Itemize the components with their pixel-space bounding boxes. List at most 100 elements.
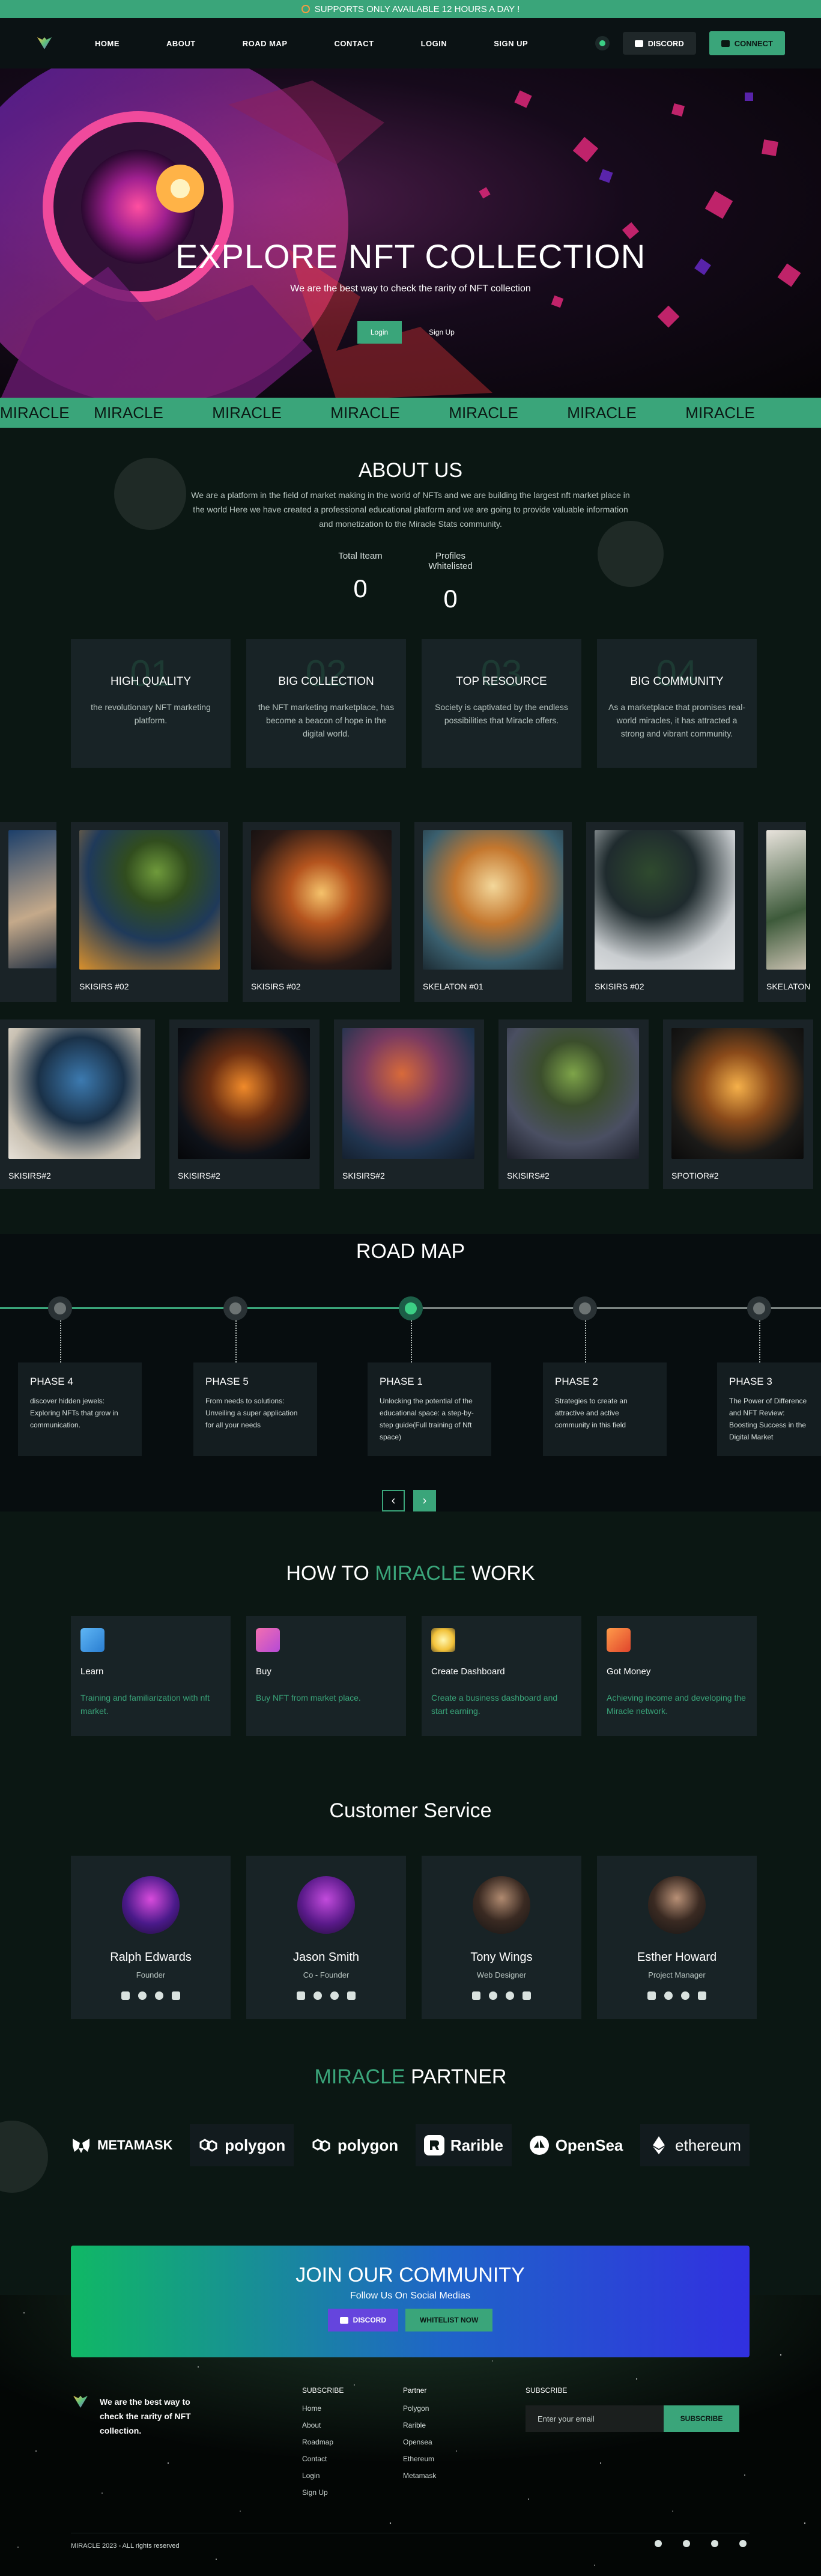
feature-number: 02 <box>305 653 347 694</box>
roadmap-card: PHASE 2 Strategies to create an attracti… <box>543 1362 667 1456</box>
email-field[interactable]: Enter your email <box>526 2405 664 2432</box>
instagram-icon[interactable] <box>683 2540 690 2547</box>
telegram-icon[interactable] <box>523 1991 531 2000</box>
footer-link-metamask[interactable]: Metamask <box>403 2471 436 2480</box>
roadmap-prev-button[interactable]: ‹ <box>382 1490 405 1511</box>
instagram-icon[interactable] <box>155 1991 163 2000</box>
nft-card[interactable]: SKISIRS #02 <box>586 822 744 1002</box>
nft-card[interactable]: SPOTIOR#2 <box>663 1019 813 1189</box>
footer-link-polygon[interactable]: Polygon <box>403 2404 436 2413</box>
telegram-icon[interactable] <box>347 1991 356 2000</box>
nav-roadmap[interactable]: ROAD MAP <box>243 39 288 48</box>
discord-label: DISCORD <box>647 38 684 48</box>
how-step-title: Learn <box>80 1666 104 1677</box>
footer-link-opensea[interactable]: Opensea <box>403 2438 436 2446</box>
telegram-icon[interactable] <box>698 1991 706 2000</box>
theme-toggle[interactable] <box>595 36 610 50</box>
roadmap-node[interactable] <box>223 1296 247 1320</box>
facebook-icon[interactable] <box>314 1991 322 2000</box>
nft-caption: SKISIRS#2 <box>178 1171 220 1180</box>
nav-signup[interactable]: SIGN UP <box>494 39 528 48</box>
instagram-icon[interactable] <box>330 1991 339 2000</box>
nft-card[interactable]: SKISIRS#2 <box>0 1019 155 1189</box>
feature-title: BIG COMMUNITY <box>630 675 724 688</box>
subscribe-button[interactable]: SUBSCRIBE <box>664 2405 739 2432</box>
nav-about[interactable]: ABOUT <box>166 39 196 48</box>
whitelist-button[interactable]: WHITELIST NOW <box>405 2309 493 2331</box>
phase-title: PHASE 2 <box>555 1376 598 1387</box>
linkedin-icon[interactable] <box>297 1991 305 2000</box>
footer-link-signup[interactable]: Sign Up <box>302 2488 344 2497</box>
feature-card: 04 BIG COMMUNITY As a marketplace that p… <box>597 639 757 768</box>
roadmap-node-active[interactable] <box>399 1296 423 1320</box>
nft-card[interactable]: SKELATON <box>758 822 810 1002</box>
site-header: HOME ABOUT ROAD MAP CONTACT LOGIN SIGN U… <box>0 18 821 68</box>
nft-caption: SKISIRS#2 <box>507 1171 550 1180</box>
facebook-icon[interactable] <box>138 1991 147 2000</box>
footer-link-roadmap[interactable]: Roadmap <box>302 2438 344 2446</box>
roadmap-node[interactable] <box>48 1296 72 1320</box>
community-subtitle: Follow Us On Social Medias <box>350 2291 471 2301</box>
footer-link-about[interactable]: About <box>302 2421 344 2429</box>
connect-button[interactable]: CONNECT <box>709 31 785 55</box>
partner-name: Rarible <box>450 2136 503 2154</box>
partner-name: METAMASK <box>97 2137 173 2152</box>
miracle-logo[interactable] <box>72 2395 89 2409</box>
linkedin-icon[interactable] <box>121 1991 130 2000</box>
partner-rarible[interactable]: Rarible <box>415 2124 512 2166</box>
nft-card[interactable]: SKELATON #01 <box>414 822 572 1002</box>
community-discord-button[interactable]: DISCORD <box>327 2309 398 2331</box>
footer-link-rarible[interactable]: Rarible <box>403 2421 436 2429</box>
nav-login[interactable]: LOGIN <box>421 39 447 48</box>
telegram-icon[interactable] <box>172 1991 180 2000</box>
stat-label: Total Iteam <box>338 551 383 561</box>
nft-card[interactable]: SKISIRS #02 <box>243 822 400 1002</box>
hero-subtitle: We are the best way to check the rarity … <box>290 284 531 294</box>
footer-link-contact[interactable]: Contact <box>302 2455 344 2463</box>
partner-polygon[interactable]: polygon <box>190 2124 294 2166</box>
feature-text: the NFT marketing marketplace, has becom… <box>258 702 395 738</box>
nft-card[interactable]: SKISIRS#2 <box>169 1019 320 1189</box>
phase-title: PHASE 1 <box>380 1376 423 1387</box>
telegram-icon[interactable] <box>711 2540 718 2547</box>
nav-contact[interactable]: CONTACT <box>335 39 374 48</box>
facebook-icon[interactable] <box>664 1991 673 2000</box>
nft-card[interactable]: SKISIRS#2 <box>498 1019 649 1189</box>
main-nav: HOME ABOUT ROAD MAP CONTACT LOGIN SIGN U… <box>95 39 528 48</box>
discord-icon[interactable] <box>655 2540 662 2547</box>
discord-button[interactable]: DISCORD <box>622 32 696 55</box>
youtube-icon[interactable] <box>739 2540 747 2547</box>
team-member-card: Ralph Edwards Founder <box>71 1856 231 2019</box>
hero-login-button[interactable]: Login <box>357 321 402 344</box>
nft-card[interactable]: SKISIRS #02 <box>71 822 228 1002</box>
roadmap-next-button[interactable]: › <box>413 1490 436 1511</box>
miracle-logo[interactable] <box>36 36 53 50</box>
instagram-icon[interactable] <box>506 1991 514 2000</box>
partner-ethereum[interactable]: ethereum <box>640 2124 750 2166</box>
hero-signup-button[interactable]: Sign Up <box>420 321 464 344</box>
partner-metamask[interactable]: METAMASK <box>71 2135 172 2155</box>
nft-card[interactable] <box>0 822 56 1002</box>
partner-title-accent: MIRACLE <box>314 2065 405 2088</box>
partner-polygon-2[interactable]: polygon <box>311 2135 398 2155</box>
footer-brand-text: We are the best way to check the rarity … <box>100 2397 191 2435</box>
linkedin-icon[interactable] <box>647 1991 656 2000</box>
how-step-text: Training and familiarization with nft ma… <box>80 1693 210 1716</box>
nft-image <box>178 1028 310 1159</box>
roadmap-node[interactable] <box>573 1296 597 1320</box>
footer-link-login[interactable]: Login <box>302 2471 344 2480</box>
feature-title: BIG COLLECTION <box>278 675 374 688</box>
partner-opensea[interactable]: OpenSea <box>529 2135 623 2155</box>
footer-brand: We are the best way to check the rarity … <box>72 2395 202 2438</box>
instagram-icon[interactable] <box>681 1991 689 2000</box>
nft-card[interactable]: SKISIRS#2 <box>334 1019 484 1189</box>
stat-whitelisted: Profiles Whitelisted 0 <box>414 551 486 613</box>
roadmap-section: ROAD MAP PHASE 4 discover hidden jewels:… <box>0 1234 821 1511</box>
facebook-icon[interactable] <box>489 1991 497 2000</box>
roadmap-node[interactable] <box>747 1296 771 1320</box>
linkedin-icon[interactable] <box>472 1991 480 2000</box>
footer-link-ethereum[interactable]: Ethereum <box>403 2455 436 2463</box>
nav-home[interactable]: HOME <box>95 39 120 48</box>
opensea-icon <box>529 2136 549 2155</box>
footer-link-home[interactable]: Home <box>302 2404 344 2413</box>
